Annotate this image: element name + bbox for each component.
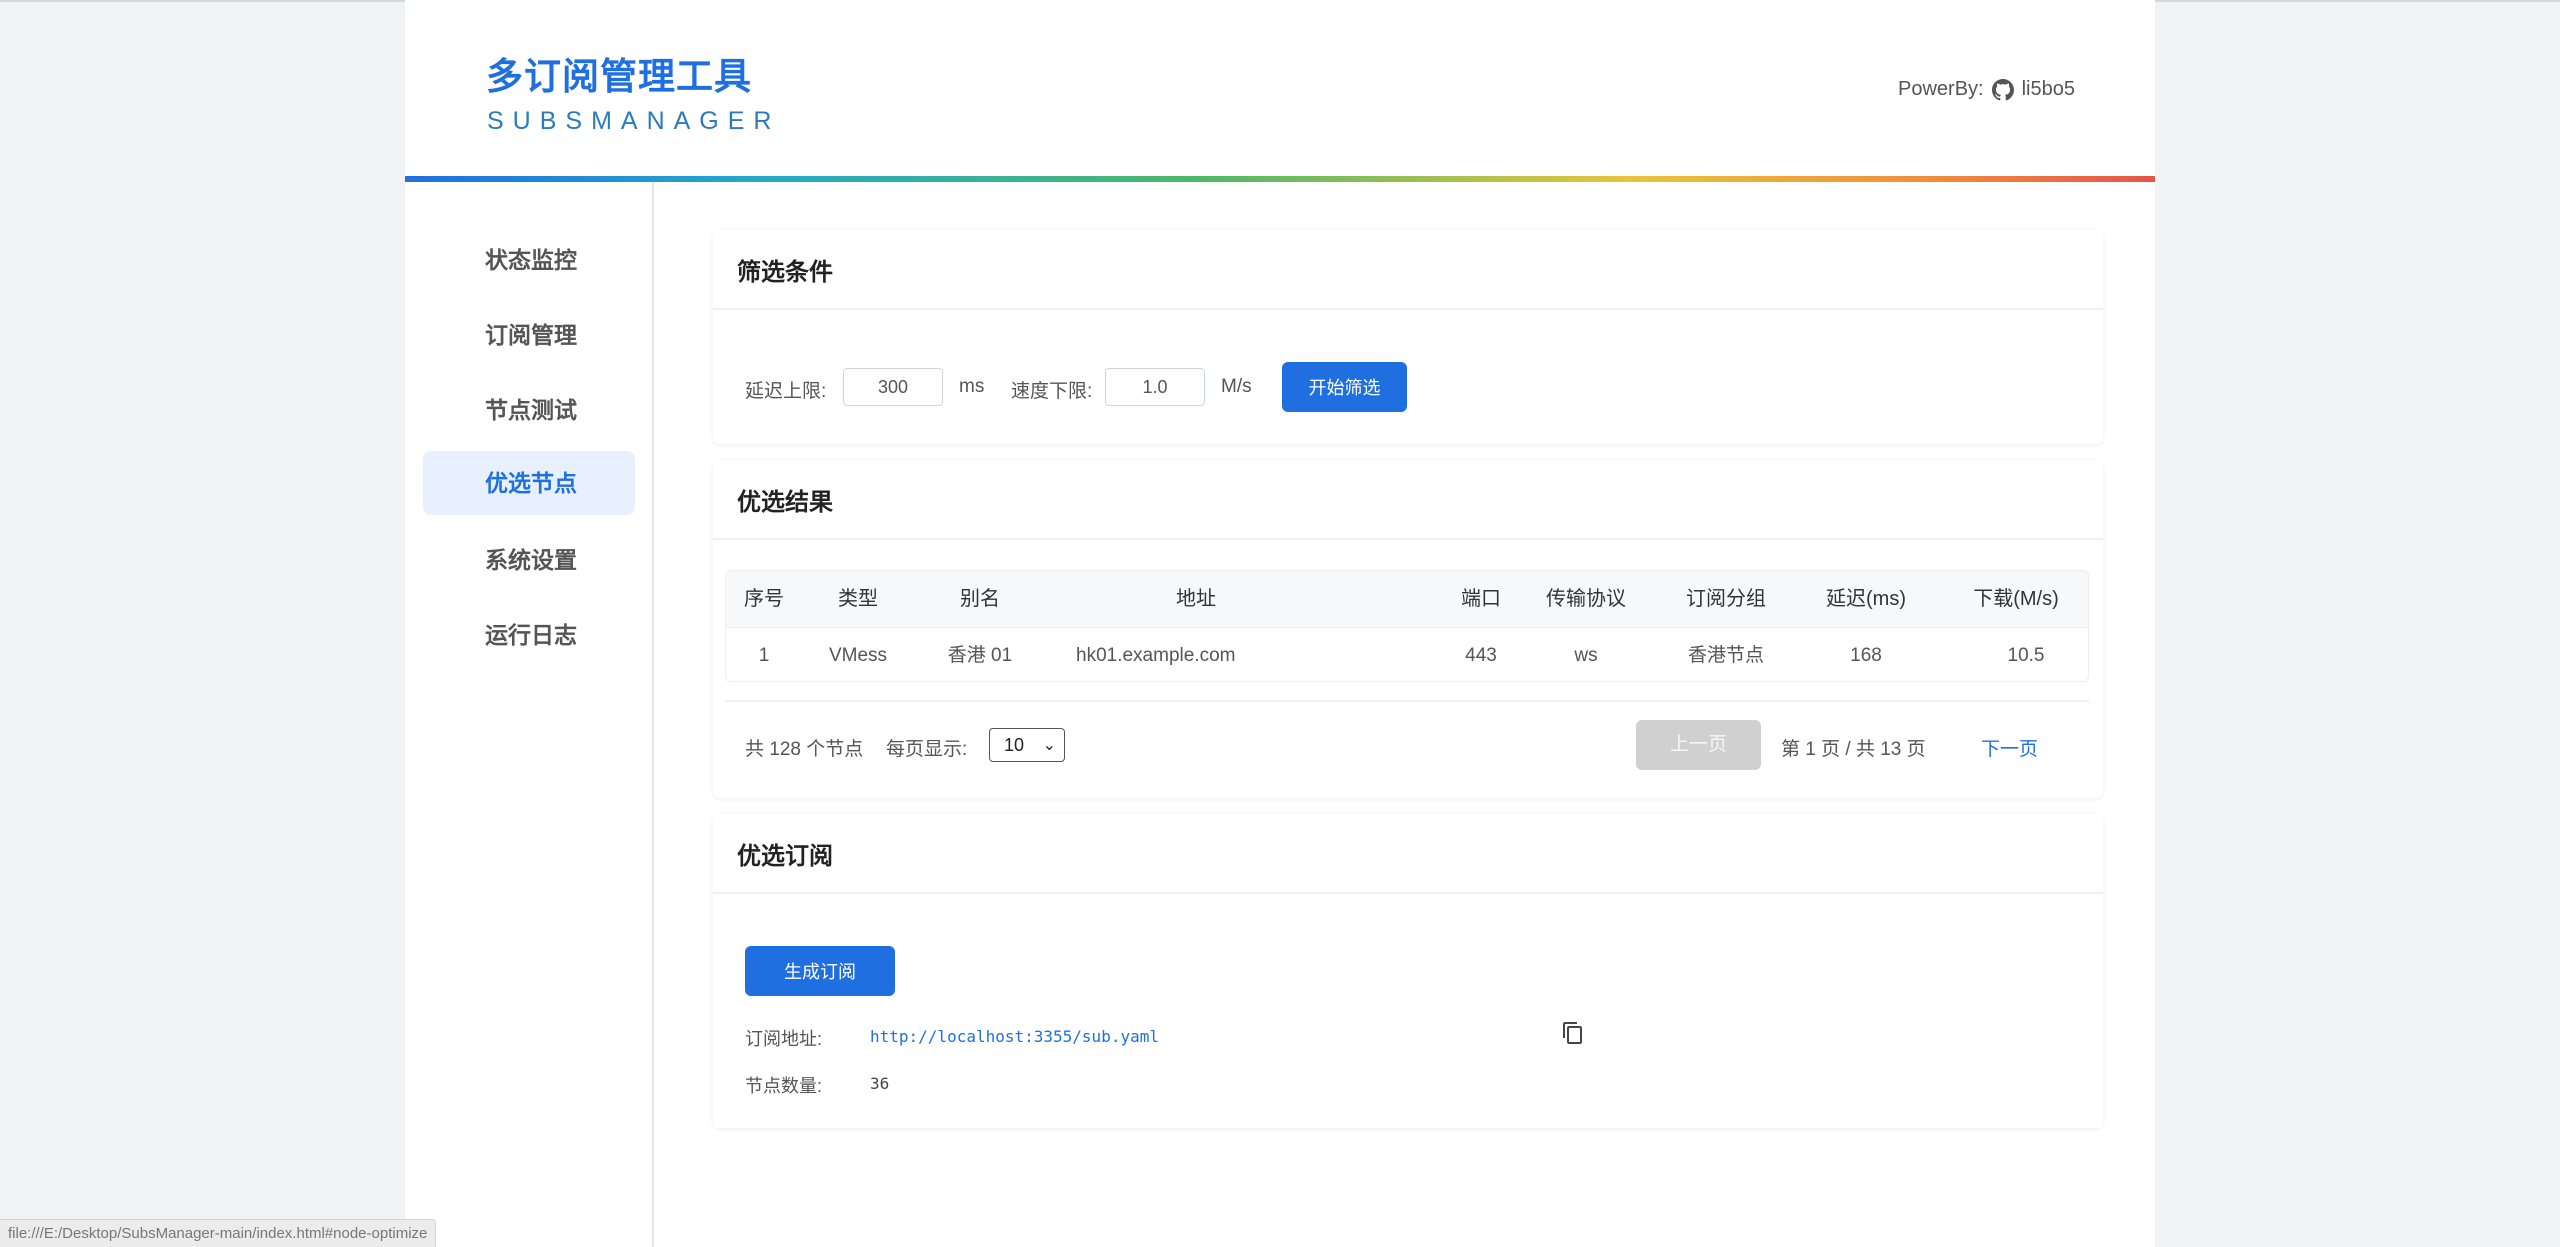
table-row[interactable]: 1 VMess 香港 01 hk01.example.com 443 ws 香港… xyxy=(726,627,2088,681)
page-info: 第 1 页 / 共 13 页 xyxy=(1781,739,1926,760)
col-transport: 传输协议 xyxy=(1546,588,1626,610)
per-page-select[interactable]: 10 ⌄ xyxy=(989,728,1065,762)
total-count: 共 128 个节点 xyxy=(745,739,864,760)
speed-input[interactable] xyxy=(1105,368,1205,406)
card-divider xyxy=(713,892,2103,894)
pager-divider xyxy=(725,700,2089,702)
col-latency: 延迟(ms) xyxy=(1826,588,1906,610)
speed-label: 速度下限: xyxy=(1011,381,1093,402)
latency-label: 延迟上限: xyxy=(745,381,827,402)
powerby-label: PowerBy: xyxy=(1898,78,1984,100)
powered-by: PowerBy: li5bo5 xyxy=(1898,78,2075,101)
filter-card: 筛选条件 延迟上限: ms 速度下限: M/s 开始筛选 xyxy=(713,230,2103,444)
col-alias: 别名 xyxy=(960,588,1000,610)
card-divider xyxy=(713,308,2103,310)
col-download: 下载(M/s) xyxy=(1973,588,2059,610)
cell-alias: 香港 01 xyxy=(947,645,1013,666)
header: 多订阅管理工具 SUBSMANAGER PowerBy: li5bo5 xyxy=(405,0,2155,182)
subscription-url-label: 订阅地址: xyxy=(745,1029,823,1049)
subscription-card-title: 优选订阅 xyxy=(737,843,833,870)
github-icon[interactable] xyxy=(1991,78,2014,101)
sidebar: 状态监控 订阅管理 节点测试 优选节点 系统设置 运行日志 xyxy=(405,182,654,1247)
app-container: 多订阅管理工具 SUBSMANAGER PowerBy: li5bo5 状态监控… xyxy=(405,0,2155,1247)
cell-latency: 168 xyxy=(1850,645,1882,666)
per-page-value: 10 xyxy=(1004,735,1025,755)
results-card-title: 优选结果 xyxy=(737,489,833,516)
sidebar-item-system-settings[interactable]: 系统设置 xyxy=(423,528,635,592)
chevron-down-icon: ⌄ xyxy=(1042,737,1056,754)
prev-page-button[interactable]: 上一页 xyxy=(1636,720,1761,770)
latency-unit: ms xyxy=(959,376,985,397)
app-subtitle: SUBSMANAGER xyxy=(487,107,781,135)
cell-group: 香港节点 xyxy=(1687,645,1764,666)
table-header: 序号 类型 别名 地址 端口 传输协议 订阅分组 延迟(ms) 下载(M/s) xyxy=(726,571,2088,627)
per-page-label: 每页显示: xyxy=(886,739,968,760)
cell-index: 1 xyxy=(758,645,770,666)
filter-card-title: 筛选条件 xyxy=(737,259,833,286)
col-index: 序号 xyxy=(744,588,784,610)
latency-input[interactable] xyxy=(843,368,943,406)
author-link[interactable]: li5bo5 xyxy=(2022,78,2075,101)
start-filter-button[interactable]: 开始筛选 xyxy=(1282,362,1407,412)
subscription-card: 优选订阅 生成订阅 订阅地址: http://localhost:3355/su… xyxy=(713,814,2103,1128)
sidebar-item-node-test[interactable]: 节点测试 xyxy=(423,378,635,442)
col-group: 订阅分组 xyxy=(1686,588,1766,610)
cell-type: VMess xyxy=(828,645,888,666)
speed-unit: M/s xyxy=(1221,376,1252,397)
browser-status-bar: file:///E:/Desktop/SubsManager-main/inde… xyxy=(0,1219,437,1247)
generate-subscription-button[interactable]: 生成订阅 xyxy=(745,946,895,996)
results-card: 优选结果 序号 类型 别名 地址 端口 传输协议 订阅分组 延迟(ms) 下载(… xyxy=(713,460,2103,798)
header-gradient-divider xyxy=(405,176,2155,182)
sidebar-item-run-logs[interactable]: 运行日志 xyxy=(423,603,635,667)
sidebar-item-status-monitor[interactable]: 状态监控 xyxy=(423,228,635,292)
node-count-label: 节点数量: xyxy=(745,1076,823,1096)
cell-address: hk01.example.com xyxy=(1076,645,1236,666)
results-table: 序号 类型 别名 地址 端口 传输协议 订阅分组 延迟(ms) 下载(M/s) … xyxy=(725,570,2089,682)
col-type: 类型 xyxy=(838,588,878,610)
copy-icon[interactable] xyxy=(1561,1020,1585,1046)
cell-transport: ws xyxy=(1574,645,1598,666)
node-count-value: 36 xyxy=(870,1074,890,1093)
sidebar-item-subscription-manage[interactable]: 订阅管理 xyxy=(423,303,635,367)
next-page-button[interactable]: 下一页 xyxy=(1981,734,2038,761)
card-divider xyxy=(713,538,2103,540)
cell-download: 10.5 xyxy=(2007,645,2045,666)
col-address: 地址 xyxy=(1176,588,1216,610)
sidebar-item-node-optimize[interactable]: 优选节点 xyxy=(423,451,635,515)
subscription-url-link[interactable]: http://localhost:3355/sub.yaml xyxy=(870,1027,1159,1046)
app-title: 多订阅管理工具 xyxy=(486,56,752,97)
